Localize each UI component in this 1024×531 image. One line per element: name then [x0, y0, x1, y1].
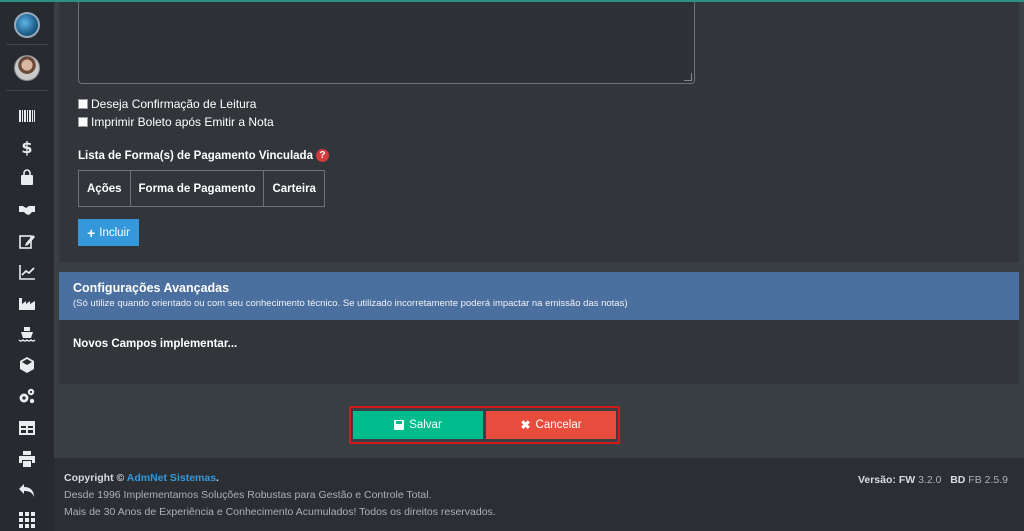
footer-line-1: Desde 1996 Implementamos Soluções Robust…: [64, 489, 432, 501]
footer-line-2: Mais de 30 Anos de Experiência e Conheci…: [64, 506, 496, 518]
cancel-label: Cancelar: [535, 419, 582, 431]
print-icon[interactable]: [14, 449, 40, 469]
industry-icon[interactable]: [14, 293, 40, 313]
sidebar-divider: [6, 90, 48, 91]
form-actions: Salvar ✖ Cancelar: [349, 406, 620, 444]
save-icon: [394, 420, 405, 430]
bd-label: BD: [950, 474, 966, 486]
save-label: Salvar: [409, 419, 442, 431]
payment-config-panel: Deseja Confirmação de Leitura Imprimir B…: [59, 2, 1019, 262]
bd-version: FB 2.5.9: [968, 474, 1008, 486]
close-icon: ✖: [520, 418, 531, 432]
advanced-settings-header: Configurações Avançadas (Só utilize quan…: [59, 272, 1019, 320]
svg-text:$: $: [21, 138, 32, 156]
advanced-settings-warning: (Só utilize quando orientado ou com seu …: [73, 298, 628, 309]
read-confirmation-checkbox[interactable]: [78, 99, 88, 109]
cube-icon[interactable]: [14, 355, 40, 375]
cancel-button[interactable]: ✖ Cancelar: [486, 411, 616, 439]
add-payment-button[interactable]: + Incluir: [78, 219, 139, 246]
help-icon[interactable]: ?: [315, 149, 329, 162]
copyright-prefix: Copyright ©: [64, 472, 125, 484]
main-content: Deseja Confirmação de Leitura Imprimir B…: [54, 2, 1024, 458]
page-footer: Copyright © AdmNet Sistemas. Desde 1996 …: [54, 458, 1024, 531]
user-avatar[interactable]: [14, 55, 40, 81]
read-confirmation-option[interactable]: Deseja Confirmação de Leitura: [78, 96, 256, 112]
fw-label: FW: [898, 474, 916, 486]
advanced-settings-panel: Configurações Avançadas (Só utilize quan…: [59, 272, 1019, 384]
print-boleto-checkbox[interactable]: [78, 117, 88, 127]
observations-textarea[interactable]: [78, 2, 695, 84]
add-payment-label: Incluir: [99, 226, 130, 239]
version-label: Versão:: [857, 474, 896, 486]
save-button[interactable]: Salvar: [353, 411, 483, 439]
payment-list-label: Lista de Forma(s) de Pagamento Vinculada: [78, 149, 313, 162]
column-header-carteira: Carteira: [263, 170, 325, 207]
dollar-icon[interactable]: $: [14, 137, 40, 157]
brand-link[interactable]: AdmNet Sistemas: [127, 472, 216, 484]
column-header-acoes: Ações: [78, 170, 131, 207]
edit-icon[interactable]: [14, 231, 40, 251]
plus-icon: +: [87, 224, 96, 241]
print-boleto-option[interactable]: Imprimir Boleto após Emitir a Nota: [78, 114, 274, 130]
grid-icon[interactable]: [14, 510, 40, 530]
column-header-forma-pagamento: Forma de Pagamento: [129, 170, 265, 207]
cogs-icon[interactable]: [14, 386, 40, 406]
advanced-settings-title: Configurações Avançadas: [73, 281, 230, 295]
version-info: Versão: FW 3.2.0 BD FB 2.5.9: [858, 474, 1008, 486]
payment-methods-table: Ações Forma de Pagamento Carteira: [78, 170, 325, 207]
barcode-icon[interactable]: [14, 106, 40, 126]
app-logo-icon[interactable]: [14, 12, 40, 38]
sidebar: $: [0, 2, 54, 531]
shopping-bag-icon[interactable]: [14, 168, 40, 188]
undo-icon[interactable]: [14, 480, 40, 500]
advanced-settings-body: Novos Campos implementar...: [73, 338, 238, 350]
copyright-suffix: .: [216, 472, 219, 484]
sidebar-divider: [6, 44, 48, 45]
payment-list-heading: Lista de Forma(s) de Pagamento Vinculada…: [78, 149, 329, 162]
handshake-icon[interactable]: [14, 200, 40, 220]
fw-version: 3.2.0: [918, 474, 942, 486]
ship-icon[interactable]: [14, 324, 40, 344]
table-icon[interactable]: [14, 418, 40, 438]
resize-handle[interactable]: [684, 73, 692, 81]
print-boleto-label: Imprimir Boleto após Emitir a Nota: [91, 115, 274, 129]
line-chart-icon[interactable]: [14, 262, 40, 282]
table-header-row: Ações Forma de Pagamento Carteira: [78, 170, 325, 207]
read-confirmation-label: Deseja Confirmação de Leitura: [91, 97, 257, 111]
